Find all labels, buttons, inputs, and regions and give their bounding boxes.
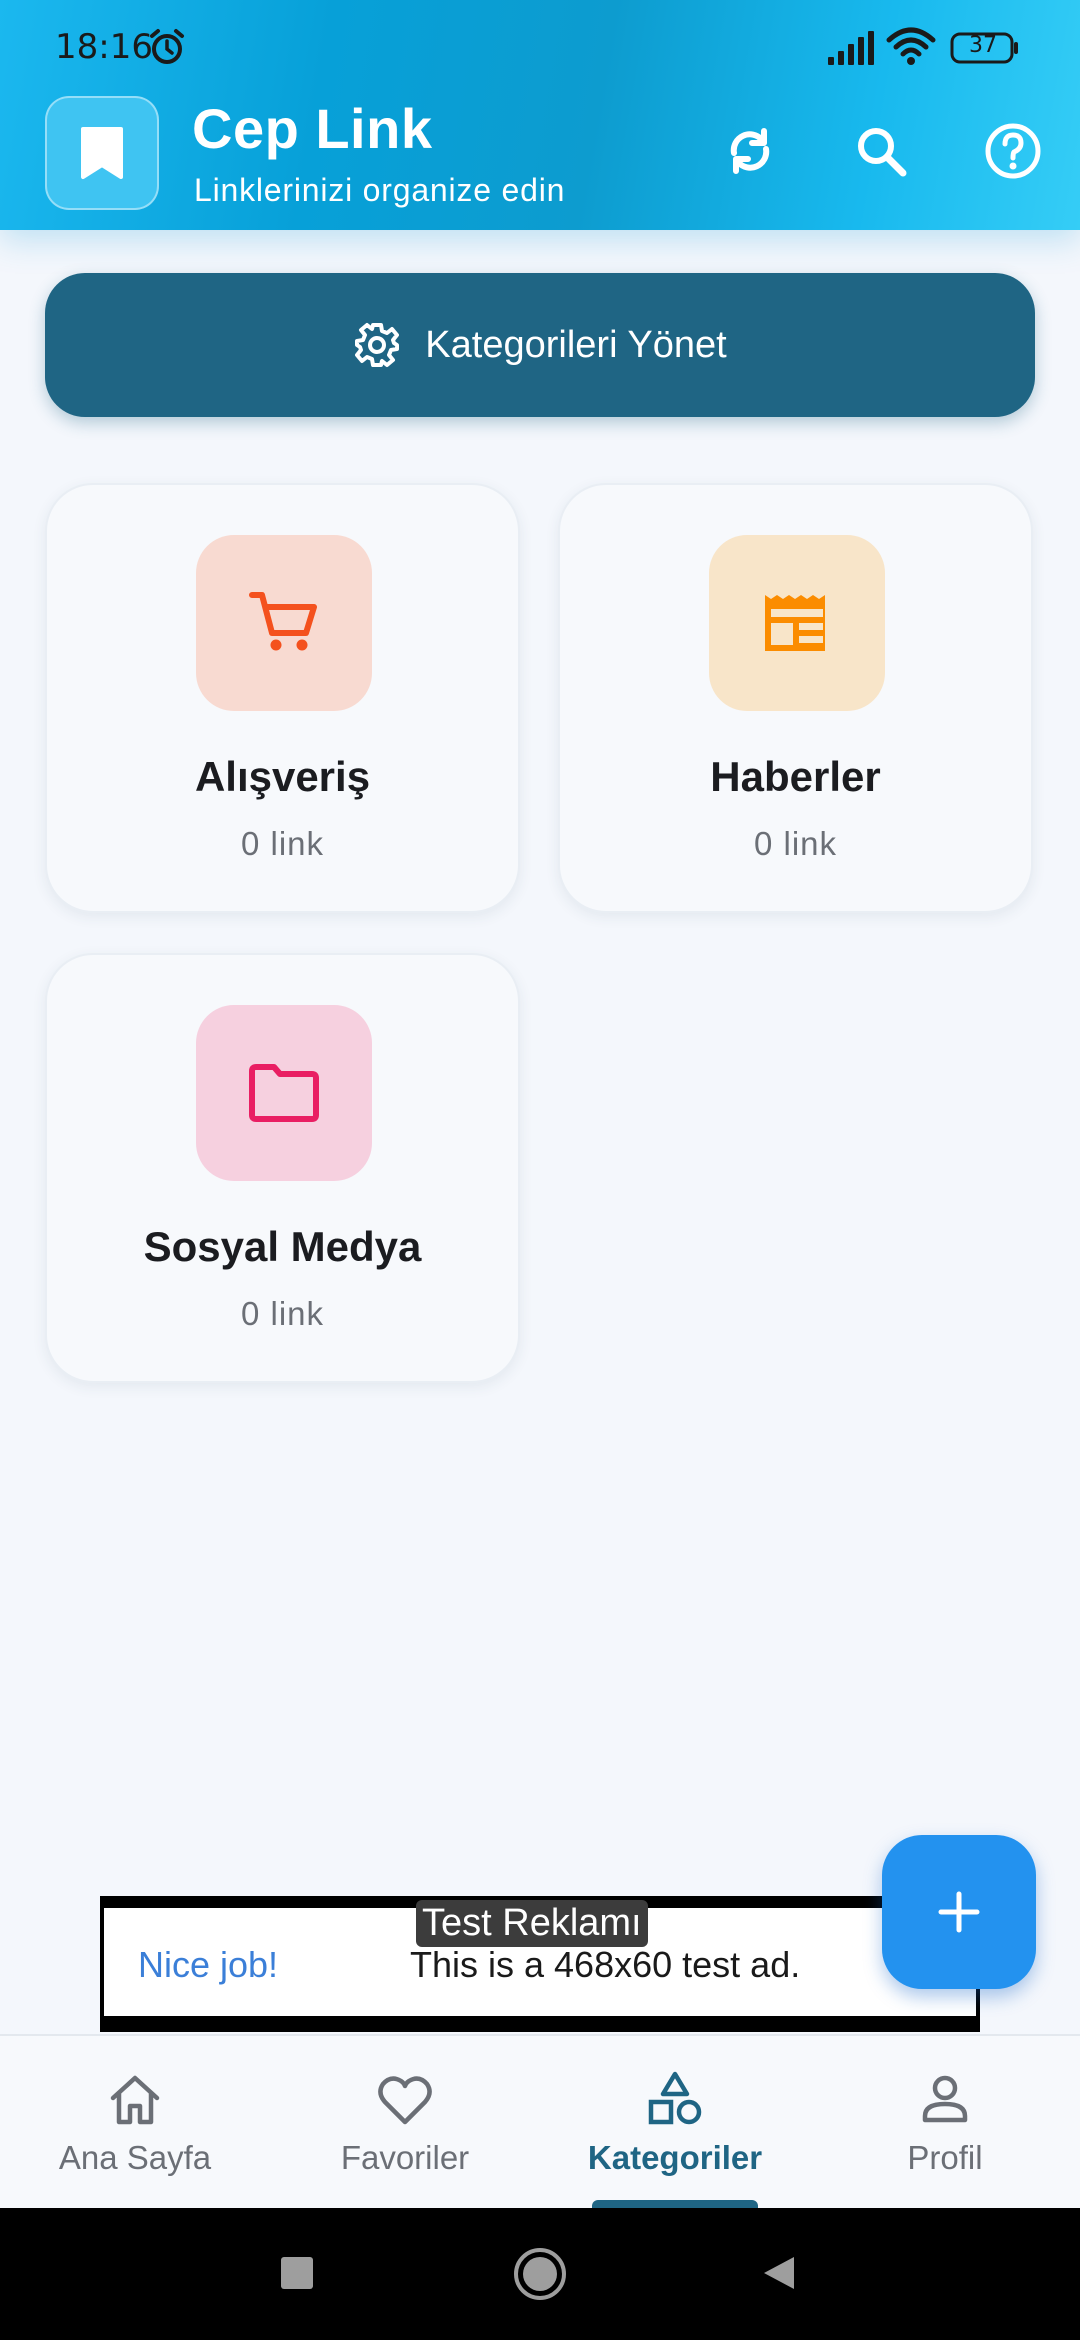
add-link-fab[interactable] bbox=[882, 1835, 1036, 1989]
nav-label: Profil bbox=[907, 2139, 983, 2176]
nav-label: Ana Sayfa bbox=[58, 2139, 212, 2176]
recents-icon[interactable] bbox=[278, 2254, 316, 2292]
plus-icon bbox=[938, 1891, 980, 1933]
system-navigation-bar bbox=[0, 2208, 1080, 2340]
nav-item-profile[interactable]: Profil bbox=[810, 2036, 1080, 2210]
category-icon-tile bbox=[709, 535, 885, 711]
category-card-sosyal-medya[interactable]: Sosyal Medya 0 link bbox=[45, 953, 520, 1383]
search-icon bbox=[858, 128, 907, 177]
category-icon-tile bbox=[196, 1005, 372, 1181]
category-icon-tile bbox=[196, 535, 372, 711]
ad-headline: Nice job! bbox=[138, 1944, 279, 1985]
cart-icon bbox=[249, 592, 317, 651]
battery-level: 37 bbox=[969, 33, 997, 58]
person-icon bbox=[922, 2075, 968, 2123]
app-header: 18:16 37 Cep Link Linklerinizi organize … bbox=[0, 0, 1080, 230]
nav-item-home[interactable]: Ana Sayfa bbox=[0, 2036, 270, 2210]
category-name: Sosyal Medya bbox=[143, 1223, 422, 1270]
status-time: 18:16 bbox=[55, 27, 153, 67]
help-button[interactable] bbox=[980, 118, 1046, 184]
home-circle-icon[interactable] bbox=[512, 2246, 568, 2302]
category-name: Haberler bbox=[710, 753, 881, 800]
category-link-count: 0 link bbox=[240, 1295, 325, 1332]
category-card-alisveris[interactable]: Alışveriş 0 link bbox=[45, 483, 520, 913]
shapes-icon bbox=[648, 2071, 702, 2125]
nav-label: Favoriler bbox=[340, 2139, 470, 2176]
category-card-haberler[interactable]: Haberler 0 link bbox=[558, 483, 1033, 913]
test-ad-banner[interactable]: Nice job! This is a 468x60 test ad. Test… bbox=[100, 1896, 980, 2032]
ad-label: Test Reklamı bbox=[416, 1900, 648, 1947]
nav-item-categories[interactable]: Kategoriler bbox=[540, 2036, 810, 2210]
category-link-count: 0 link bbox=[753, 825, 838, 862]
sync-button[interactable] bbox=[717, 118, 783, 184]
search-button[interactable] bbox=[848, 118, 914, 184]
bottom-navigation: Ana Sayfa Favoriler Kategoriler Profil bbox=[0, 2034, 1080, 2208]
sync-icon bbox=[730, 128, 770, 174]
nav-label: Kategoriler bbox=[587, 2139, 763, 2176]
app-logo bbox=[45, 96, 159, 210]
signal-icon bbox=[828, 31, 874, 65]
alarm-icon bbox=[150, 29, 184, 64]
manage-categories-button[interactable]: Kategorileri Yönet bbox=[45, 273, 1035, 417]
gear-icon bbox=[355, 323, 400, 367]
back-icon[interactable] bbox=[760, 2254, 798, 2292]
category-name: Alışveriş bbox=[194, 753, 371, 800]
ad-text: This is a 468x60 test ad. bbox=[410, 1944, 801, 1985]
manage-categories-label: Kategorileri Yönet bbox=[425, 323, 727, 366]
heart-icon bbox=[378, 2076, 432, 2125]
help-icon bbox=[985, 123, 1041, 179]
category-link-count: 0 link bbox=[240, 825, 325, 862]
newspaper-icon bbox=[765, 595, 825, 651]
folder-icon bbox=[249, 1064, 319, 1122]
status-bar: 18:16 37 bbox=[0, 0, 1080, 90]
app-title: Cep Link bbox=[192, 97, 433, 160]
bookmark-icon bbox=[81, 127, 123, 179]
nav-item-favorites[interactable]: Favoriler bbox=[270, 2036, 540, 2210]
home-icon bbox=[110, 2075, 160, 2125]
wifi-icon bbox=[886, 27, 936, 65]
app-subtitle: Linklerinizi organize edin bbox=[194, 172, 566, 208]
